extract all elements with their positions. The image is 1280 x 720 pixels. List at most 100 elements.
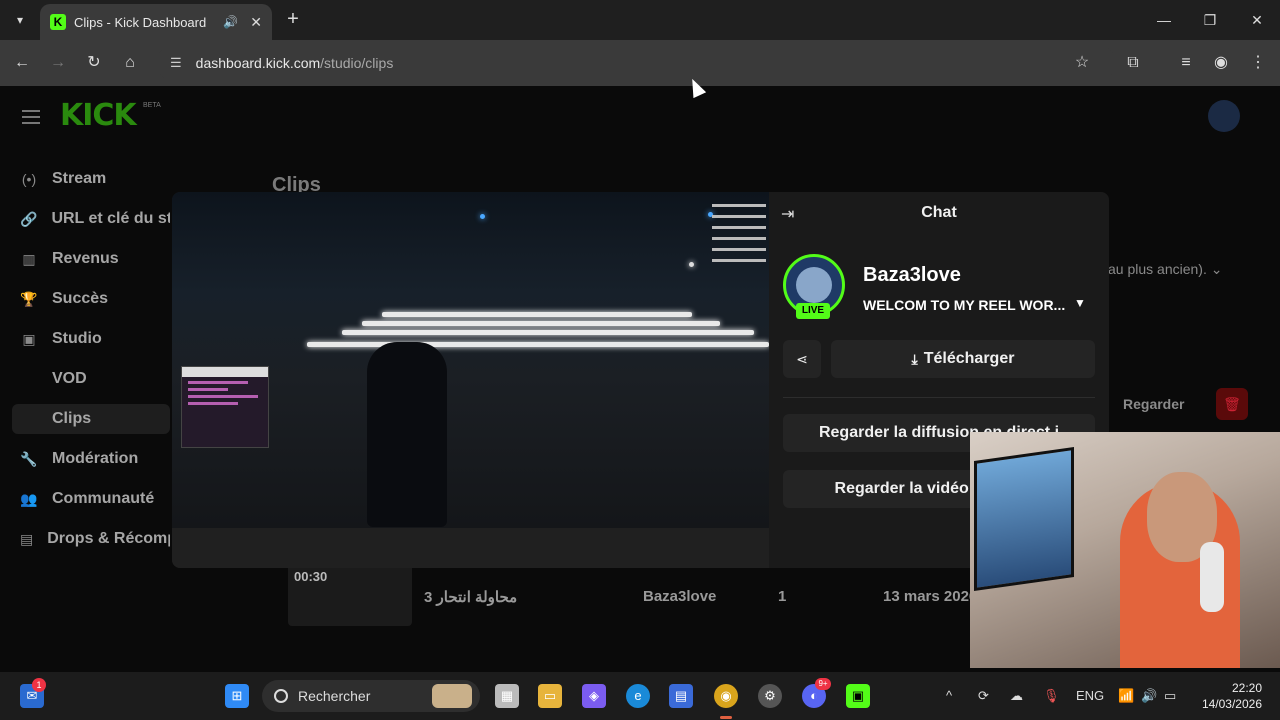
avatar-image	[796, 267, 832, 303]
site-info-icon[interactable]: ☰	[170, 55, 182, 71]
sort-label: au plus ancien).	[1108, 261, 1207, 277]
sidebar-item-vod[interactable]: VOD	[52, 370, 87, 388]
hamburger-menu-icon[interactable]	[22, 110, 40, 124]
community-icon: 👥	[20, 490, 38, 507]
sidebar-item-stream-key[interactable]: 🔗 URL et clé du stream	[20, 204, 170, 234]
sync-icon[interactable]: ⟳	[978, 688, 989, 704]
drops-icon: ▤	[20, 530, 34, 547]
clip-views: 1	[778, 588, 787, 605]
extensions-icon[interactable]: ⧉	[1120, 50, 1146, 76]
sidebar-item-clips[interactable]: Clips	[52, 410, 91, 428]
forward-icon[interactable]: →	[45, 50, 71, 76]
url-host: dashboard.kick.com	[195, 55, 321, 71]
user-avatar[interactable]	[1208, 100, 1240, 132]
sidebar-item-stream[interactable]: (•) Stream	[20, 164, 170, 194]
speaker-icon[interactable]: 🔊	[223, 15, 238, 29]
taskbar-search-box[interactable]: Rechercher	[262, 680, 480, 712]
browser-tabstrip: ▾ K Clips - Kick Dashboard 🔊 ✕ + — ❐ ✕	[0, 0, 1280, 40]
tab-search-menu-icon[interactable]: ▾	[8, 8, 32, 32]
sidebar-item-community[interactable]: 👥 Communauté	[20, 484, 170, 514]
search-highlight-art	[432, 684, 472, 708]
channel-name[interactable]: Baza3love	[863, 264, 961, 287]
file-explorer-icon[interactable]: ▭	[538, 684, 562, 708]
browser-tab-active[interactable]: K Clips - Kick Dashboard 🔊 ✕	[40, 4, 272, 40]
battery-icon[interactable]: ▭	[1164, 688, 1176, 704]
browser-toolbar: ← → ↻ ⌂ ☰ dashboard.kick.com/studio/clip…	[0, 40, 1280, 86]
back-icon[interactable]: ←	[9, 50, 35, 76]
home-icon[interactable]: ⌂	[117, 50, 143, 76]
media-control-icon[interactable]: ≡	[1173, 50, 1199, 76]
divider	[783, 397, 1095, 398]
clock-time: 22:20	[1231, 681, 1262, 695]
cloud-icon[interactable]: ☁	[1010, 688, 1023, 704]
microphone-icon[interactable]: 🎙	[1043, 688, 1060, 704]
clip-author: Baza3love	[643, 588, 717, 605]
windows-taskbar: ✉ 1 ⊞ Rechercher ▦ ▭ ◈ e ▤ ◉ ⚙ ◐ 9+ ▣ ^ …	[0, 672, 1280, 720]
sidebar-item-drops[interactable]: ▤ Drops & Récompenses	[20, 524, 170, 554]
link-icon: 🔗	[20, 210, 38, 227]
restore-icon[interactable]: ❐	[1198, 8, 1222, 32]
webcam-monitor	[974, 446, 1074, 592]
clip-video-player[interactable]	[172, 192, 769, 528]
discord-badge: 9+	[815, 678, 831, 690]
download-button[interactable]: ⤓ Télécharger	[831, 340, 1095, 378]
task-view-icon[interactable]: ▦	[495, 684, 519, 708]
share-button[interactable]: ⋖	[783, 340, 821, 378]
settings-gear-icon[interactable]: ⚙	[758, 684, 782, 708]
sidebar-item-label: URL et clé du stream	[51, 210, 170, 227]
chat-title: Chat	[921, 204, 957, 221]
reload-icon[interactable]: ↻	[81, 50, 107, 76]
profile-avatar-icon[interactable]: ◉	[1208, 50, 1234, 76]
close-window-icon[interactable]: ✕	[1245, 8, 1269, 32]
microsoft-store-icon[interactable]: ▤	[669, 684, 693, 708]
system-clock[interactable]: 22:20 14/03/2026	[1198, 680, 1262, 712]
hud-line	[712, 237, 766, 240]
chevron-down-icon[interactable]: ▼	[1074, 296, 1086, 310]
wrench-icon: 🔧	[20, 450, 38, 467]
sidebar-item-studio[interactable]: ▣ Studio	[20, 324, 170, 354]
watch-clip-button[interactable]: Regarder	[1123, 396, 1184, 412]
floor-light-stripe	[307, 342, 769, 347]
show-hidden-icons-chevron-icon[interactable]: ^	[946, 688, 952, 703]
chrome-icon[interactable]: ◉	[714, 684, 738, 708]
copilot-icon[interactable]: ◈	[582, 684, 606, 708]
kick-app-icon[interactable]: ▣	[846, 684, 870, 708]
video-controls-bar[interactable]	[172, 528, 769, 568]
new-tab-button[interactable]: +	[282, 8, 304, 30]
sidebar-item-label: Stream	[52, 170, 107, 187]
browser-menu-icon[interactable]: ⋮	[1245, 50, 1271, 76]
sort-dropdown[interactable]: au plus ancien). ⌄	[1108, 261, 1222, 278]
hud-line	[712, 204, 766, 207]
hud-line	[712, 226, 766, 229]
floor-light-stripe	[362, 321, 720, 326]
kick-logo[interactable]: KICK	[60, 98, 137, 133]
volume-icon[interactable]: 🔊	[1141, 688, 1157, 704]
hud-line	[712, 215, 766, 218]
sidebar-item-moderation[interactable]: 🔧 Modération	[20, 444, 170, 474]
scene-light	[480, 214, 485, 219]
hud-line	[712, 259, 766, 262]
beta-label: BETA	[143, 102, 161, 109]
sidebar-item-revenue[interactable]: ▥ Revenus	[20, 244, 170, 274]
clock-date: 14/03/2026	[1201, 697, 1262, 711]
windows-start-icon[interactable]: ⊞	[225, 684, 249, 708]
tab-title: Clips - Kick Dashboard	[74, 14, 207, 30]
clip-title: محاولة انتحار 3	[424, 589, 518, 606]
live-badge: LIVE	[796, 303, 830, 319]
game-hud-panel	[181, 366, 269, 448]
clip-modal: ⇥ Chat LIVE Baza3love WELCOM TO MY REEL …	[172, 192, 1109, 568]
edge-icon[interactable]: e	[626, 684, 650, 708]
wifi-icon[interactable]: 📶	[1118, 688, 1134, 704]
address-bar[interactable]: ☰ dashboard.kick.com/studio/clips	[156, 45, 1116, 81]
hud-header	[182, 367, 268, 377]
sidebar-item-achievements[interactable]: 🏆 Succès	[20, 284, 170, 314]
bookmark-star-icon[interactable]: ☆	[1069, 50, 1095, 76]
chevron-down-icon: ⌄	[1210, 261, 1223, 277]
sidebar-item-label: Revenus	[52, 250, 119, 267]
delete-clip-trash-icon[interactable]: 🗑	[1216, 388, 1248, 420]
close-tab-icon[interactable]: ✕	[250, 14, 262, 31]
minimize-icon[interactable]: —	[1152, 8, 1176, 32]
search-icon	[274, 689, 288, 703]
hud-line	[188, 402, 238, 405]
language-indicator[interactable]: ENG	[1076, 688, 1104, 703]
